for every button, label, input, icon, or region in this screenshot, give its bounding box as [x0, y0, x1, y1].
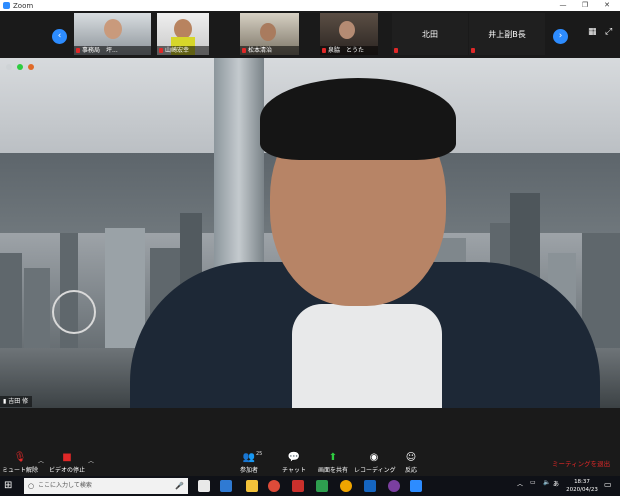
video-options-chevron-icon[interactable]: ︿ [88, 456, 94, 465]
speaker-person [130, 76, 600, 408]
participant-video [104, 19, 122, 39]
share-screen-button[interactable]: ⬆ 画面を共有 [314, 452, 352, 474]
chrome-icon[interactable] [268, 480, 280, 492]
excel-icon[interactable] [316, 480, 328, 492]
participant-muted-icon [469, 46, 545, 55]
participant-name: 泉脇 とうた [320, 46, 378, 55]
ferris-wheel [52, 290, 96, 334]
participant-tile[interactable]: 北田 [392, 13, 468, 55]
participant-display-name: 井上副B長 [488, 30, 526, 39]
volume-icon[interactable]: 🔈 [543, 479, 550, 486]
ime-indicator[interactable]: あ [553, 479, 559, 488]
previous-page-button[interactable]: ‹ [52, 29, 67, 44]
leave-meeting-button[interactable]: ミーティングを退出 [552, 458, 610, 468]
participants-button[interactable]: 👥 25 参加者 [232, 451, 266, 474]
microphone-muted-icon: 🎙 [13, 452, 27, 463]
participant-tile[interactable]: 泉脇 とうた [320, 13, 378, 55]
gallery-view-icon[interactable]: ▦ [588, 27, 598, 37]
media-icon[interactable] [388, 480, 400, 492]
next-page-button[interactable]: › [553, 29, 568, 44]
audio-options-chevron-icon[interactable]: ︿ [38, 456, 44, 465]
notification-icon[interactable]: ▭ [604, 480, 616, 492]
participant-display-name: 北田 [422, 30, 438, 39]
speaker-name-label: ▮ 吉田 修 [0, 396, 33, 407]
lock-icon[interactable] [17, 64, 23, 70]
ie-icon[interactable] [364, 480, 376, 492]
participant-video [174, 19, 192, 39]
file-explorer-icon[interactable] [246, 480, 258, 492]
participant-name: 事務局 坪... [74, 46, 151, 55]
close-button[interactable]: ✕ [596, 0, 618, 11]
task-view-icon[interactable] [198, 480, 210, 492]
participant-tile[interactable]: 山崎宏幸 [157, 13, 209, 55]
windows-start-icon[interactable]: ⊞ [4, 479, 18, 493]
zoom-window: Zoom — ❐ ✕ ‹ 事務局 坪... 山崎宏幸 松本清治 泉脇 とうた 北… [0, 0, 620, 496]
gallery-strip: ‹ 事務局 坪... 山崎宏幸 松本清治 泉脇 とうた 北田 井上副B長 › ▦ [0, 11, 620, 57]
participants-count: 25 [256, 451, 263, 457]
participant-name: 山崎宏幸 [157, 46, 209, 55]
emoji-icon: ☺ [405, 452, 417, 463]
search-icon: ○ [28, 482, 35, 490]
network-icon[interactable]: ▭ [530, 479, 536, 486]
participant-muted-icon [392, 46, 468, 55]
video-camera-icon: ■ [62, 452, 72, 463]
window-title: Zoom [13, 1, 34, 10]
windows-taskbar: ⊞ ○ ここに入力して検索 🎤 ︿ ▭ 🔈 あ 18:37 2020/04/23… [0, 476, 620, 496]
microphone-icon[interactable]: 🎤 [175, 478, 184, 494]
meeting-toolbar: 🎙 ミュート解除 ︿ ■ ビデオの停止 ︿ 👥 25 参加者 💬 チャット ⬆ … [0, 450, 620, 476]
meeting-info-indicators [6, 64, 34, 70]
active-speaker-video [0, 58, 620, 408]
info-icon[interactable] [6, 64, 12, 70]
app-icon[interactable] [340, 480, 352, 492]
record-icon: ◉ [369, 452, 379, 463]
title-bar: Zoom — ❐ ✕ [0, 0, 620, 11]
chat-button[interactable]: 💬 チャット [280, 452, 308, 474]
taskbar-clock[interactable]: 18:37 2020/04/23 [560, 478, 604, 494]
participant-video [260, 23, 276, 41]
stop-video-button[interactable]: ■ ビデオの停止 [47, 452, 87, 474]
participant-video [339, 21, 355, 39]
minimize-button[interactable]: — [552, 0, 574, 11]
acrobat-icon[interactable] [292, 480, 304, 492]
participant-tile[interactable]: 井上副B長 [469, 13, 545, 55]
participant-tile[interactable]: 事務局 坪... [74, 13, 151, 55]
zoom-taskbar-icon[interactable] [410, 480, 422, 492]
unmute-button[interactable]: 🎙 ミュート解除 [0, 452, 40, 474]
chat-bubble-icon: 💬 [287, 452, 301, 463]
taskbar-search-box[interactable]: ○ ここに入力して検索 🎤 [24, 478, 188, 494]
zoom-logo-icon [3, 2, 10, 9]
edge-icon[interactable] [220, 480, 232, 492]
tray-chevron-icon[interactable]: ︿ [517, 479, 523, 488]
maximize-button[interactable]: ❐ [574, 0, 596, 11]
share-screen-icon: ⬆ [328, 452, 338, 463]
record-button[interactable]: ◉ レコーディング [354, 452, 396, 474]
reactions-button[interactable]: ☺ 反応 [400, 452, 422, 474]
recording-indicator-icon [28, 64, 34, 70]
fullscreen-icon[interactable]: ⤢ [605, 27, 615, 37]
participant-tile[interactable]: 松本清治 [240, 13, 299, 55]
participant-name: 松本清治 [240, 46, 299, 55]
